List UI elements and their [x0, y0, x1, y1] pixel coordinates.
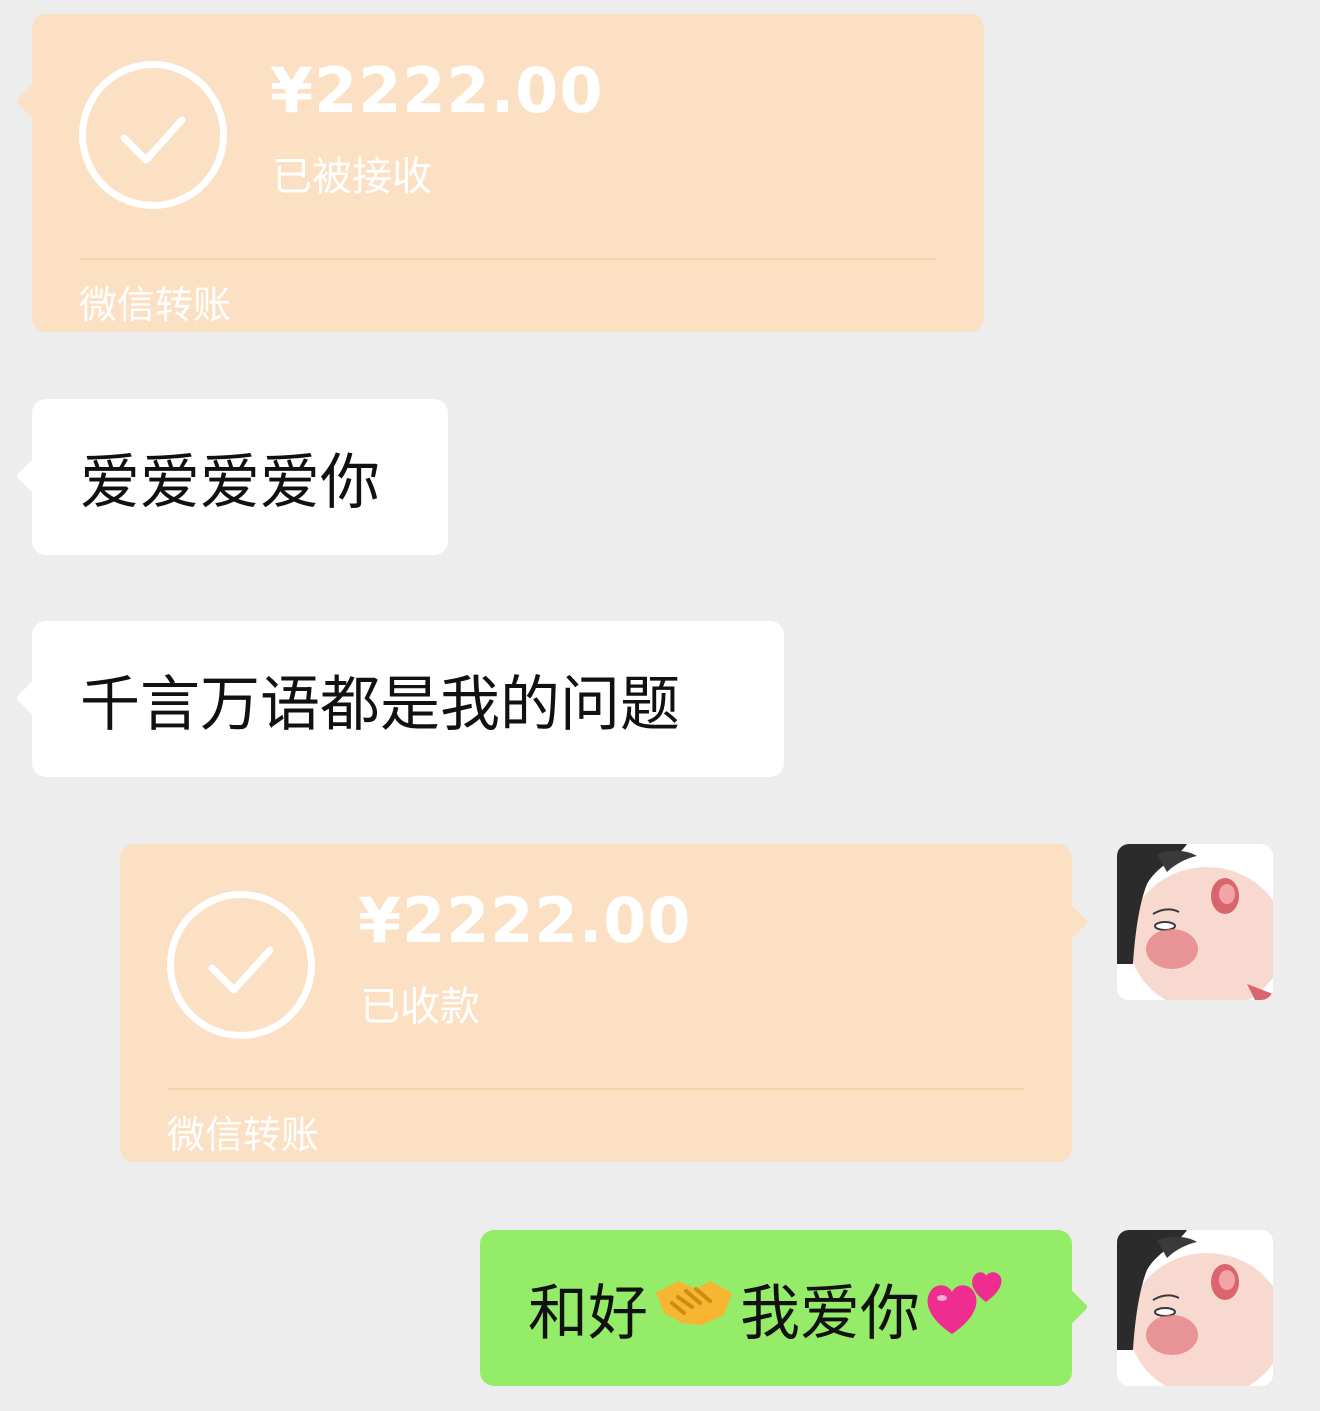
avatar[interactable] — [1117, 1230, 1273, 1386]
message-text: 千言万语都是我的问题 — [80, 669, 680, 740]
avatar[interactable] — [1117, 844, 1273, 1000]
transfer-status: 已被接收 — [272, 154, 432, 200]
handshake-emoji — [652, 1271, 736, 1346]
message-bubble-received[interactable]: 千言万语都是我的问题 — [32, 621, 784, 777]
transfer-footer-label: 微信转账 — [167, 1113, 320, 1157]
divider — [79, 258, 937, 260]
checkmark-circle-icon — [167, 891, 315, 1039]
message-bubble-sent[interactable]: 和好 我爱你 — [480, 1230, 1072, 1386]
divider — [167, 1088, 1025, 1090]
message-bubble-received[interactable]: 爱爱爱爱你 — [32, 399, 448, 555]
checkmark-circle-icon — [79, 61, 227, 209]
transfer-amount: ¥2222.00 — [358, 884, 692, 957]
transfer-amount: ¥2222.00 — [270, 54, 604, 127]
transfer-card-sent[interactable]: ¥2222.00 已收款 微信转账 — [120, 844, 1072, 1162]
transfer-footer-label: 微信转账 — [79, 283, 232, 327]
transfer-status: 已收款 — [360, 984, 480, 1030]
message-text-part: 我爱你 — [740, 1278, 920, 1349]
message-text: 爱爱爱爱你 — [80, 447, 380, 518]
two-hearts-emoji — [924, 1266, 1008, 1351]
message-text-part: 和好 — [528, 1278, 648, 1349]
transfer-card-received[interactable]: ¥2222.00 已被接收 微信转账 — [32, 14, 984, 332]
